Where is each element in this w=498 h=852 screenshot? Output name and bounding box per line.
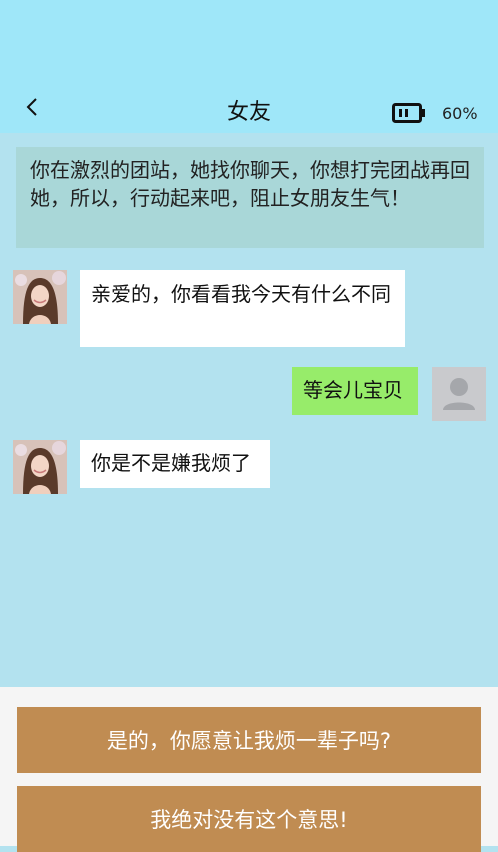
message-bubble-girlfriend: 亲爱的，你看看我今天有什么不同 xyxy=(80,270,405,347)
choice-button-2[interactable]: 我绝对没有这个意思! xyxy=(17,786,481,852)
battery-percent: 60% xyxy=(442,104,478,123)
my-avatar xyxy=(432,367,486,421)
message-bubble-girlfriend: 你是不是嫌我烦了 xyxy=(80,440,270,488)
girlfriend-avatar xyxy=(13,270,67,324)
scenario-notice: 你在激烈的团站，她找你聊天，你想打完团战再回她，所以，行动起来吧，阻止女朋友生气… xyxy=(16,147,484,248)
header-bar: 女友 60% xyxy=(0,0,498,133)
message-bubble-me: 等会儿宝贝 xyxy=(292,367,418,415)
battery-icon xyxy=(392,103,426,123)
choice-button-1[interactable]: 是的，你愿意让我烦一辈子吗? xyxy=(17,707,481,773)
girlfriend-avatar xyxy=(13,440,67,494)
